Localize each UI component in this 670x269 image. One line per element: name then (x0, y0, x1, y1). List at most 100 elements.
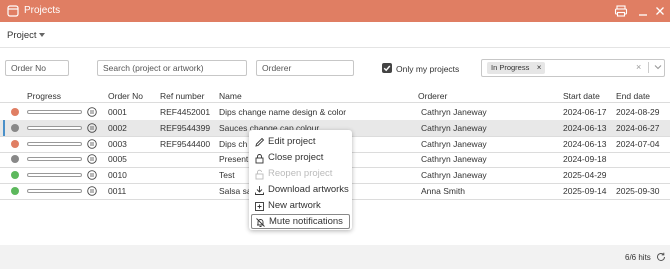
comments-icon[interactable] (87, 139, 97, 149)
only-my-projects-checkbox[interactable] (382, 63, 392, 73)
status-dot (11, 124, 19, 132)
start-date-cell: 2025-09-14 (563, 186, 607, 196)
progress-bar (27, 110, 82, 114)
menu-item-close-project[interactable]: Close project (251, 151, 350, 166)
name-cell: Present (219, 154, 249, 164)
column-header-ref-number[interactable]: Ref number (160, 91, 204, 101)
comments-icon[interactable] (87, 154, 97, 164)
tag-remove-button[interactable]: × (537, 62, 542, 74)
pencil-icon (255, 137, 265, 147)
name-cell: Salsa sa (219, 186, 252, 196)
order-no-cell: 0005 (108, 154, 127, 164)
app-logo-icon (7, 5, 19, 17)
progress-bar (27, 142, 82, 146)
end-date-cell: 2024-08-29 (616, 107, 660, 117)
start-date-cell: 2024-06-13 (563, 123, 607, 133)
status-dot (11, 155, 19, 163)
column-header-progress[interactable]: Progress (27, 91, 61, 101)
menu-item-edit-project[interactable]: Edit project (251, 135, 350, 150)
comments-icon[interactable] (87, 107, 97, 117)
order-no-cell: 0002 (108, 123, 127, 133)
menu-item-label: Close project (268, 152, 324, 163)
progress-bar (27, 189, 82, 193)
order-no-cell: 0011 (108, 186, 127, 196)
orderer-cell: Cathryn Janeway (421, 123, 487, 133)
window-title: Projects (24, 5, 61, 16)
unlock-icon (255, 169, 264, 180)
status-dot (11, 140, 19, 148)
progress-bar (27, 126, 82, 130)
status-dot (11, 108, 19, 116)
menu-item-label: Edit project (268, 136, 316, 147)
status-tag-label: In Progress (491, 63, 530, 72)
orderer-cell: Cathryn Janeway (421, 107, 487, 117)
orderer-input[interactable] (256, 60, 354, 76)
column-header-orderer[interactable]: Orderer (418, 91, 447, 101)
ref-number-cell: REF9544399 (160, 123, 211, 133)
menu-item-label: Mute notifications (269, 216, 343, 227)
status-dot (11, 171, 19, 179)
comments-icon[interactable] (87, 186, 97, 196)
status-tag: In Progress × (487, 62, 546, 74)
only-my-projects-label: Only my projects (396, 64, 460, 74)
plus-square-icon (255, 202, 264, 211)
orderer-cell: Cathryn Janeway (421, 170, 487, 180)
order-no-cell: 0003 (108, 139, 127, 149)
order-no-cell: 0001 (108, 107, 127, 117)
name-cell: Dips ch (219, 139, 248, 149)
orderer-cell: Cathryn Janeway (421, 139, 487, 149)
column-header-start-date[interactable]: Start date (563, 91, 600, 101)
divider (648, 62, 649, 73)
progress-bar (27, 173, 82, 177)
comments-icon[interactable] (87, 123, 97, 133)
menu-item-label: Download artworks (268, 184, 349, 195)
orderer-cell: Cathryn Janeway (421, 154, 487, 164)
end-date-cell: 2024-06-27 (616, 123, 660, 133)
start-date-cell: 2025-04-29 (563, 170, 607, 180)
orderer-cell: Anna Smith (421, 186, 465, 196)
menu-item-label: Reopen project (268, 168, 333, 179)
end-date-cell: 2024-07-04 (616, 139, 660, 149)
menu-item-download-artworks[interactable]: Download artworks (251, 183, 350, 198)
menu-item-mute-notifications[interactable]: Mute notifications (251, 214, 350, 229)
ref-number-cell: REF9544400 (160, 139, 211, 149)
comments-icon[interactable] (87, 170, 97, 180)
print-icon[interactable] (614, 4, 628, 18)
chevron-down-icon[interactable] (39, 33, 45, 37)
selection-marker (3, 120, 5, 136)
menu-item-label: New artwork (268, 200, 321, 211)
menu-bar: Project (0, 22, 670, 48)
bell-slash-icon (256, 218, 265, 227)
start-date-cell: 2024-09-18 (563, 154, 607, 164)
menu-item-reopen-project: Reopen project (251, 167, 350, 182)
column-header-end-date[interactable]: End date (616, 91, 650, 101)
lock-icon (255, 154, 264, 164)
order-no-cell: 0010 (108, 170, 127, 180)
end-date-cell: 2025-09-30 (616, 186, 660, 196)
start-date-cell: 2024-06-17 (563, 107, 607, 117)
ref-number-cell: REF4452001 (160, 107, 211, 117)
filter-bar: Only my projects In Progress × × (0, 48, 670, 88)
download-icon (255, 186, 264, 195)
search-input[interactable] (97, 60, 247, 76)
status-bar: 6/6 hits (0, 245, 670, 269)
menu-item-new-artwork[interactable]: New artwork (251, 199, 350, 214)
order-no-input[interactable] (5, 60, 69, 76)
title-bar: Projects (0, 0, 670, 22)
table-row[interactable]: 0001 REF4452001 Dips change name design & … (0, 104, 670, 120)
start-date-cell: 2024-06-13 (563, 139, 607, 149)
clear-filter-button[interactable]: × (636, 63, 641, 72)
status-dot (11, 187, 19, 195)
progress-bar (27, 157, 82, 161)
name-cell: Test (219, 170, 235, 180)
project-menu[interactable]: Project (7, 30, 37, 41)
header-divider (0, 102, 670, 103)
checkmark-icon (383, 65, 391, 72)
minimize-icon[interactable] (636, 4, 650, 18)
column-header-order-no[interactable]: Order No (108, 91, 143, 101)
chevron-down-icon[interactable] (654, 63, 662, 71)
refresh-icon[interactable] (656, 252, 666, 262)
column-header-name[interactable]: Name (219, 91, 242, 101)
context-menu: Edit project Close project Reopen projec… (249, 130, 352, 230)
close-icon[interactable] (653, 4, 667, 18)
